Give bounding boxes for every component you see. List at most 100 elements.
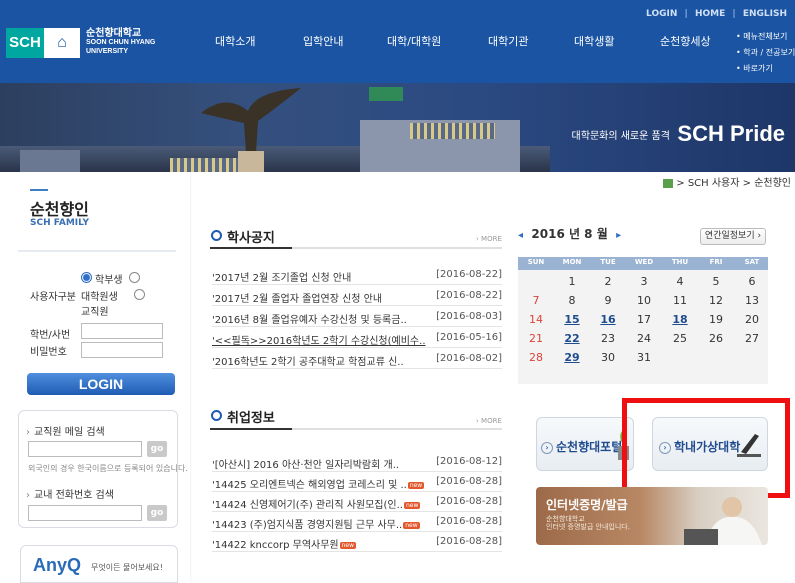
title-accent bbox=[30, 189, 48, 191]
certificate-subtitle: 순천향대학교 인터넷 증명발급 안내입니다. bbox=[546, 515, 630, 531]
calendar-day: 12 bbox=[709, 294, 723, 307]
calendar-day: 14 bbox=[529, 313, 543, 326]
phone-search-label: 교내 전화번호 검색 bbox=[26, 486, 114, 501]
logo-name-en: SOON CHUN HYANG bbox=[86, 39, 156, 46]
notice-date: [2016-08-02] bbox=[436, 353, 502, 364]
jobs-more-link[interactable]: › MORE bbox=[476, 417, 502, 425]
new-badge: new bbox=[339, 542, 357, 549]
quick-link-sitemap[interactable]: • 메뉴전체보기 bbox=[736, 29, 795, 45]
annual-schedule-button[interactable]: 연간일정보기 › bbox=[700, 228, 766, 245]
jobs-list: '[아산시] 2016 아산·천안 일자리박람회 개.. [2016-08-12… bbox=[212, 453, 502, 563]
job-row[interactable]: '14422 knccorp 무역사무원 new [2016-08-28] bbox=[212, 533, 502, 552]
login-button[interactable]: LOGIN bbox=[27, 373, 175, 395]
anyq-logo: AnyQ bbox=[33, 555, 82, 575]
job-row[interactable]: '[아산시] 2016 아산·천안 일자리박람회 개.. [2016-08-12… bbox=[212, 453, 502, 472]
weekday-label: TUE bbox=[600, 258, 616, 266]
calendar-day-event[interactable]: 15 bbox=[554, 313, 590, 326]
search-panel: 교직원 메일 검색 go 외국인의 경우 한국이름으로 등록되어 있습니다. 교… bbox=[18, 410, 188, 528]
notices-underline-accent bbox=[210, 247, 292, 249]
calendar-day: 13 bbox=[745, 294, 759, 307]
email-search-input[interactable] bbox=[28, 441, 142, 457]
calendar-day: 31 bbox=[637, 351, 651, 364]
jobs-title: 취업정보 bbox=[211, 407, 275, 426]
notice-row[interactable]: '2016년 8월 졸업유예자 수강신청 및 등록금.. [2016-08-03… bbox=[212, 308, 502, 327]
new-badge: new bbox=[403, 502, 421, 509]
jobs-underline-accent bbox=[210, 428, 292, 430]
calendar-day-event[interactable]: 29 bbox=[554, 351, 590, 364]
nav-item-admission[interactable]: 입학안내 bbox=[303, 33, 343, 49]
nav-item-sch-world[interactable]: 순천향세상 bbox=[660, 33, 711, 49]
calendar-day: 24 bbox=[637, 332, 651, 345]
phone-search-input[interactable] bbox=[28, 505, 142, 521]
user-type-label: 사용자구분 bbox=[30, 292, 76, 303]
anyq-banner[interactable]: AnyQ 무엇이든 물어보세요! bbox=[20, 545, 178, 583]
hero-banner: 대학문화의 새로운 품격 SCH Pride bbox=[0, 83, 795, 172]
calendar-day: 21 bbox=[529, 332, 543, 345]
email-search-go-button[interactable]: go bbox=[147, 441, 167, 457]
notice-row[interactable]: '2017년 2월 조기졸업 신청 안내 [2016-08-22] bbox=[212, 266, 502, 285]
certificate-title: 인터넷증명/발급 bbox=[546, 498, 628, 512]
calendar-day-event[interactable]: 18 bbox=[662, 313, 698, 326]
radio-undergrad[interactable] bbox=[81, 272, 92, 283]
calendar-day: 11 bbox=[673, 294, 687, 307]
notice-title: '2017년 2월 졸업자 졸업연장 신청 안내 bbox=[212, 294, 383, 305]
phone-search-go-button[interactable]: go bbox=[147, 505, 167, 521]
home-icon[interactable] bbox=[663, 178, 674, 188]
job-title-text: '[아산시] 2016 아산·천안 일자리박람회 개.. bbox=[212, 460, 400, 471]
next-month-button[interactable]: ▸ bbox=[616, 230, 621, 241]
notice-row[interactable]: '<<필독>>2016학년도 2학기 수강신청(예비수.. [2016-05-1… bbox=[212, 329, 502, 348]
calendar-day: 28 bbox=[529, 351, 543, 364]
nav-item-institutions[interactable]: 대학기관 bbox=[488, 33, 528, 49]
calendar-day: 23 bbox=[601, 332, 615, 345]
anyq-tagline: 무엇이든 물어보세요! bbox=[91, 563, 163, 572]
quick-link-shortcut[interactable]: • 바로가기 bbox=[736, 61, 795, 77]
notice-row[interactable]: '2016학년도 2학기 공주대학교 학점교류 신.. [2016-08-02] bbox=[212, 350, 502, 369]
job-row[interactable]: '14423 (주)엄지식품 경영지원팀 근무 사무.. new [2016-08… bbox=[212, 513, 502, 532]
quick-links: • 메뉴전체보기 • 학과 / 전공보기 • 바로가기 bbox=[736, 29, 795, 77]
calendar-day-event[interactable]: 16 bbox=[590, 313, 626, 326]
certificate-banner[interactable]: 인터넷증명/발급 순천향대학교 인터넷 증명발급 안내입니다. bbox=[536, 487, 768, 545]
prev-month-button[interactable]: ◂ bbox=[518, 230, 523, 241]
radio-staff[interactable] bbox=[134, 289, 145, 300]
home-link[interactable]: HOME bbox=[695, 9, 725, 19]
job-row[interactable]: '14424 신영제어기(주) 관리직 사원모집(인.. new [2016-08… bbox=[212, 493, 502, 512]
calendar-weekday-row: SUN MON TUE WED THU FRI SAT bbox=[518, 257, 768, 270]
notice-row[interactable]: '2017년 2월 졸업자 졸업연장 신청 안내 [2016-08-22] bbox=[212, 287, 502, 306]
calendar-day: 5 bbox=[712, 275, 720, 288]
nav-item-about[interactable]: 대학소개 bbox=[215, 33, 255, 49]
calendar-day: 6 bbox=[748, 275, 756, 288]
calendar-day: 2 bbox=[604, 275, 612, 288]
calendar-day: 8 bbox=[568, 294, 576, 307]
job-title-text: '14422 knccorp 무역사무원 bbox=[212, 540, 339, 551]
notice-date: [2016-08-22] bbox=[436, 269, 502, 280]
notices-more-link[interactable]: › MORE bbox=[476, 235, 502, 243]
logo-name-en: UNIVERSITY bbox=[86, 48, 129, 55]
nav-item-campus-life[interactable]: 대학생활 bbox=[574, 33, 614, 49]
job-title: '14423 (주)엄지식품 경영지원팀 근무 사무.. new bbox=[212, 516, 420, 531]
university-logo[interactable]: SCH ⌂ 순천향대학교 SOON CHUN HYANG UNIVERSITY bbox=[6, 28, 166, 58]
nav-item-colleges[interactable]: 대학/대학원 bbox=[387, 33, 441, 49]
notice-title: '2016학년도 2학기 공주대학교 학점교류 신.. bbox=[212, 357, 404, 368]
calendar-day-event[interactable]: 22 bbox=[554, 332, 590, 345]
calendar-day: 27 bbox=[745, 332, 759, 345]
english-link[interactable]: ENGLISH bbox=[743, 9, 787, 19]
weekday-label: SAT bbox=[744, 258, 760, 266]
id-input[interactable] bbox=[81, 323, 163, 339]
password-input[interactable] bbox=[81, 342, 163, 358]
portal-banner[interactable]: 순천향대포털 bbox=[536, 417, 634, 471]
job-date: [2016-08-28] bbox=[436, 536, 502, 547]
job-date: [2016-08-28] bbox=[436, 476, 502, 487]
quick-link-majors[interactable]: • 학과 / 전공보기 bbox=[736, 45, 795, 61]
login-link[interactable]: LOGIN bbox=[646, 9, 677, 19]
weekday-label: WED bbox=[634, 258, 654, 266]
banner-slogan: 대학문화의 새로운 품격 SCH Pride bbox=[572, 121, 785, 147]
banner-building-windows bbox=[410, 123, 495, 139]
banner-building-sign bbox=[369, 87, 403, 101]
job-row[interactable]: '14425 오리엔트넥슨 해외영업 코레스리 및 .. new [2016-08… bbox=[212, 473, 502, 492]
radio-undergrad-label: 학부생 bbox=[95, 275, 123, 286]
radio-grad[interactable] bbox=[129, 272, 140, 283]
notices-title: 학사공지 bbox=[211, 227, 275, 246]
notice-date: [2016-05-16] bbox=[436, 332, 502, 343]
weekday-label: SUN bbox=[527, 258, 545, 266]
calendar-month: 2016 년 8 월 bbox=[531, 227, 608, 241]
